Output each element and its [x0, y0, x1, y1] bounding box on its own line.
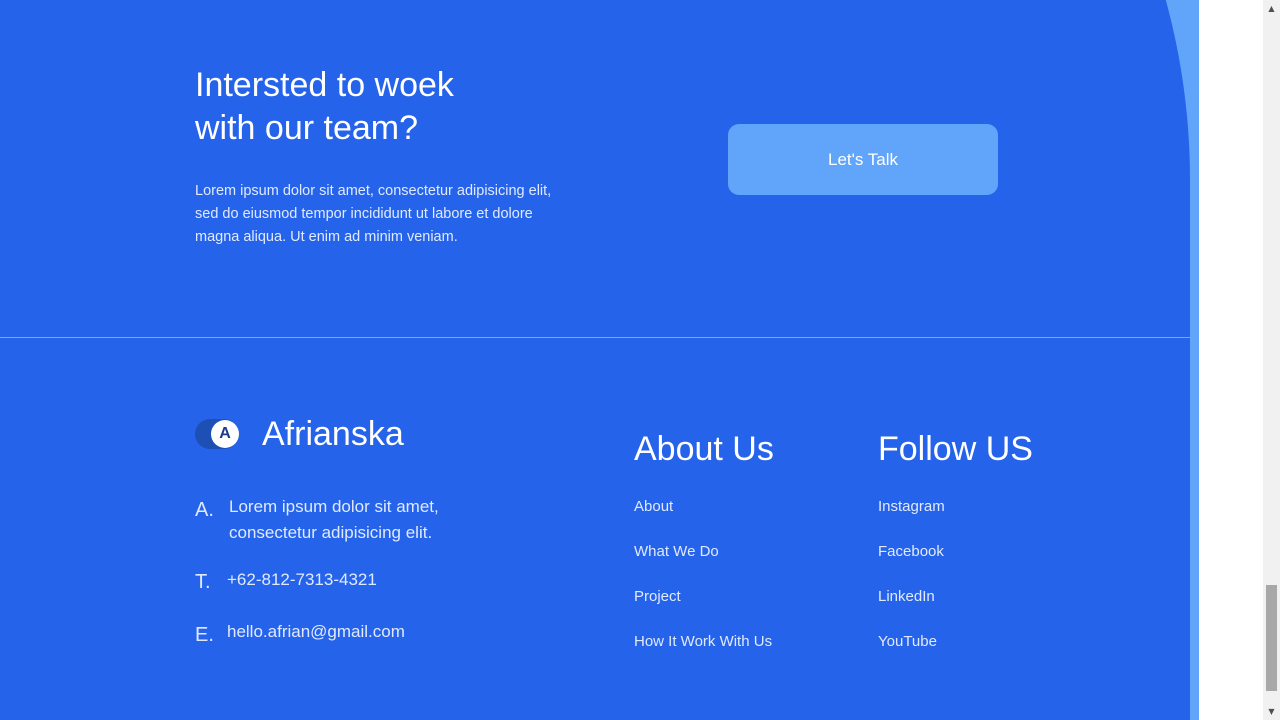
- email-prefix: E.: [195, 624, 214, 646]
- what-we-do-link[interactable]: What We Do: [634, 542, 774, 587]
- contact-phone: T. +62-812-7313-4321: [195, 569, 377, 595]
- contact-address: A. Lorem ipsum dolor sit amet, consectetu…: [195, 494, 439, 546]
- scroll-down-icon[interactable]: ▼: [1263, 703, 1280, 720]
- follow-links: Instagram Facebook LinkedIn YouTube: [878, 497, 1033, 677]
- follow-column: Follow US Instagram Facebook LinkedIn Yo…: [878, 429, 1033, 677]
- phone-prefix: T.: [195, 571, 211, 593]
- page: Intersted to woek with our team? Lorem ip…: [0, 0, 1263, 720]
- scroll-up-icon[interactable]: ▲: [1263, 0, 1280, 17]
- logo-mark-icon: A: [195, 419, 239, 449]
- about-column: About Us About What We Do Project How It…: [634, 429, 774, 677]
- linkedin-link[interactable]: LinkedIn: [878, 587, 1033, 632]
- cta-description: Lorem ipsum dolor sit amet, consectetur …: [195, 183, 552, 245]
- contact-email: E. hello.afrian@gmail.com: [195, 622, 405, 648]
- address-line2: consectetur adipisicing elit.: [229, 523, 433, 542]
- follow-title: Follow US: [878, 430, 1033, 468]
- about-title: About Us: [634, 430, 774, 468]
- email-address[interactable]: hello.afrian@gmail.com: [227, 619, 405, 645]
- facebook-link[interactable]: Facebook: [878, 542, 1033, 587]
- instagram-link[interactable]: Instagram: [878, 497, 1033, 542]
- footer-section: Intersted to woek with our team? Lorem ip…: [0, 0, 1199, 720]
- address-line1: Lorem ipsum dolor sit amet,: [229, 497, 439, 516]
- scrollbar-thumb[interactable]: [1266, 585, 1277, 691]
- lets-talk-button[interactable]: Let's Talk: [728, 124, 998, 195]
- cta-title-line1: Intersted to woek: [195, 66, 454, 104]
- logo-circle: A: [211, 420, 239, 448]
- how-it-work-link[interactable]: How It Work With Us: [634, 632, 774, 677]
- project-link[interactable]: Project: [634, 587, 774, 632]
- vertical-scrollbar[interactable]: ▲ ▼: [1263, 0, 1280, 720]
- divider: [0, 337, 1190, 338]
- cta-title-line2: with our team?: [195, 109, 418, 147]
- about-link[interactable]: About: [634, 497, 774, 542]
- address-prefix: A.: [195, 499, 214, 521]
- address-text: Lorem ipsum dolor sit amet, consectetur a…: [229, 494, 439, 546]
- brand-name: Afrianska: [262, 415, 404, 453]
- phone-number[interactable]: +62-812-7313-4321: [227, 567, 377, 593]
- youtube-link[interactable]: YouTube: [878, 632, 1033, 677]
- brand-logo[interactable]: A Afrianska: [195, 412, 404, 456]
- cta-title: Intersted to woek with our team?: [195, 64, 615, 150]
- logo-letter: A: [219, 425, 231, 442]
- about-links: About What We Do Project How It Work Wit…: [634, 497, 774, 677]
